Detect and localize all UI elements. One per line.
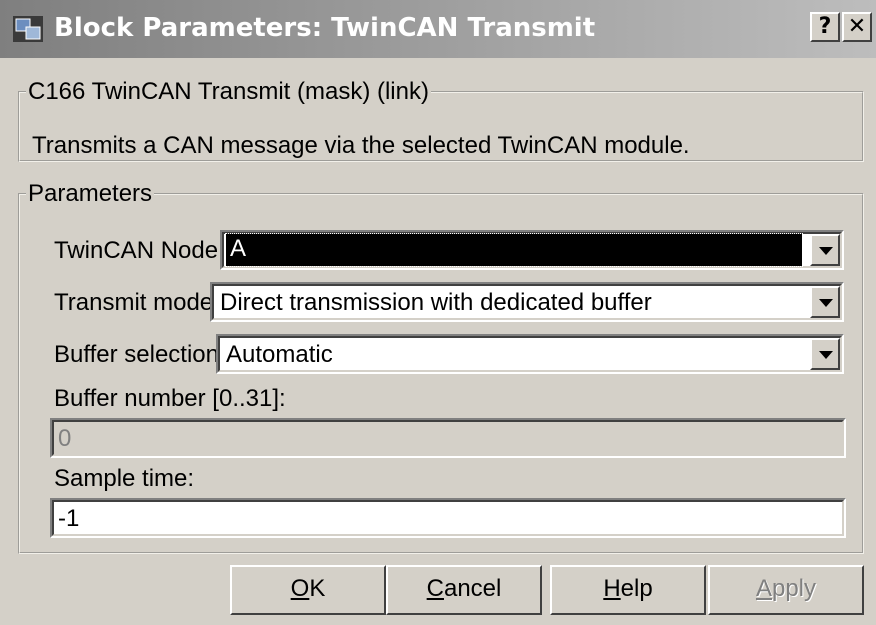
buffer-selection-dropdown-button[interactable]: [810, 338, 840, 370]
ok-button[interactable]: OK: [230, 565, 386, 615]
transmit-mode-label: Transmit mode:: [54, 289, 220, 316]
ok-mnemonic: O: [290, 575, 310, 602]
ok-label: K: [309, 575, 326, 602]
apply-label: pply: [771, 575, 817, 602]
sample-time-value: -1: [58, 505, 80, 532]
help-label: elp: [620, 575, 653, 602]
apply-mnemonic: A: [755, 575, 772, 602]
twincan-node-value: A: [225, 233, 803, 267]
twincan-node-select[interactable]: A: [220, 230, 844, 270]
help-button[interactable]: Help: [550, 565, 706, 615]
cancel-button[interactable]: Cancel: [386, 565, 542, 615]
transmit-mode-dropdown-button[interactable]: [810, 286, 840, 318]
simulink-block-icon: [13, 16, 43, 42]
buffer-number-label: Buffer number [0..31]:: [54, 385, 286, 412]
close-icon: ✕: [847, 14, 867, 39]
title-help-button[interactable]: ?: [810, 12, 840, 42]
parameters-legend: Parameters: [28, 180, 153, 207]
twincan-node-label: TwinCAN Node:: [54, 237, 225, 264]
cancel-label: ancel: [443, 575, 502, 602]
buffer-selection-label: Buffer selection:: [54, 341, 226, 368]
transmit-mode-select[interactable]: Direct transmission with dedicated buffe…: [210, 282, 844, 322]
help-mnemonic: H: [603, 575, 621, 602]
title-bar[interactable]: Block Parameters: TwinCAN Transmit ? ✕: [0, 0, 876, 58]
close-button[interactable]: ✕: [842, 12, 872, 42]
apply-button[interactable]: Apply: [708, 565, 864, 615]
description-group: C166 TwinCAN Transmit (mask) (link) Tran…: [18, 78, 864, 162]
block-parameters-dialog: Block Parameters: TwinCAN Transmit ? ✕ C…: [0, 0, 876, 625]
cancel-mnemonic: C: [426, 575, 444, 602]
sample-time-field[interactable]: -1: [50, 498, 846, 538]
chevron-down-icon: [819, 299, 833, 307]
chevron-down-icon: [819, 247, 833, 255]
window-title: Block Parameters: TwinCAN Transmit: [54, 13, 596, 43]
buffer-selection-select[interactable]: Automatic: [216, 334, 844, 374]
description-legend: C166 TwinCAN Transmit (mask) (link): [28, 78, 429, 105]
chevron-down-icon: [819, 351, 833, 359]
buffer-number-field[interactable]: 0: [50, 418, 846, 458]
buffer-number-value: 0: [58, 425, 72, 452]
twincan-node-dropdown-button[interactable]: [810, 234, 840, 266]
buffer-selection-value: Automatic: [226, 341, 333, 368]
sample-time-label: Sample time:: [54, 465, 195, 492]
description-text: Transmits a CAN message via the selected…: [32, 132, 690, 159]
transmit-mode-value: Direct transmission with dedicated buffe…: [220, 289, 652, 316]
parameters-group: Parameters TwinCAN Node: A Transmit mode…: [18, 180, 864, 554]
